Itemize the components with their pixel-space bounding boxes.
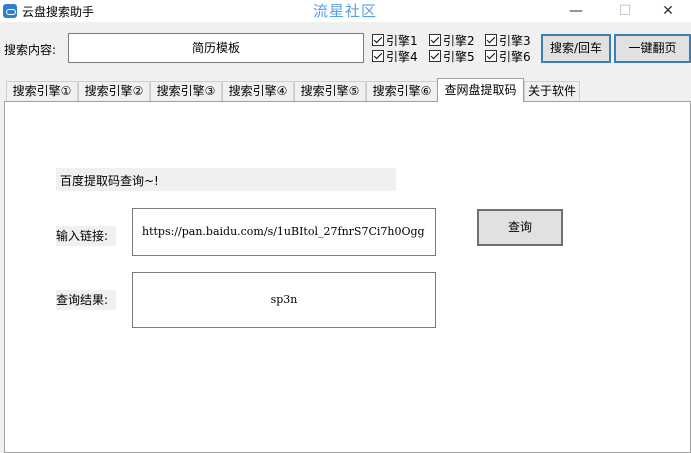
query-button[interactable]: 查询 bbox=[477, 209, 563, 246]
engine-3-label: 引擎3 bbox=[499, 34, 531, 48]
close-button[interactable]: ✕ bbox=[645, 0, 691, 22]
search-input[interactable]: 简历模板 bbox=[68, 33, 364, 63]
page-turn-button[interactable]: 一键翻页 bbox=[614, 34, 691, 63]
engine-1-checkbox[interactable] bbox=[372, 34, 384, 46]
minimize-button[interactable]: — bbox=[553, 0, 599, 22]
engine-6-checkbox[interactable] bbox=[485, 50, 497, 62]
tab-engine-3[interactable]: 搜索引擎③ bbox=[150, 81, 222, 101]
engine-3-checkbox[interactable] bbox=[485, 34, 497, 46]
link-input[interactable]: https://pan.baidu.com/s/1uBItol_27fnrS7C… bbox=[132, 208, 436, 256]
window-title: 云盘搜索助手 bbox=[22, 5, 95, 19]
maximize-button[interactable]: ☐ bbox=[602, 0, 648, 22]
engine-5-label: 引擎5 bbox=[443, 50, 475, 64]
engine-5-checkbox[interactable] bbox=[429, 50, 441, 62]
engine-4-label: 引擎4 bbox=[386, 50, 418, 64]
engine-2-checkbox[interactable] bbox=[429, 34, 441, 46]
engine-2-label: 引擎2 bbox=[443, 34, 475, 48]
heading-bar: 百度提取码查询~! bbox=[56, 168, 396, 191]
tab-engine-5[interactable]: 搜索引擎⑤ bbox=[294, 81, 366, 101]
search-button[interactable]: 搜索/回车 bbox=[541, 34, 611, 63]
tab-extract-code[interactable]: 查网盘提取码 bbox=[437, 78, 524, 102]
engine-6-label: 引擎6 bbox=[499, 50, 531, 64]
tab-engine-2[interactable]: 搜索引擎② bbox=[78, 81, 150, 101]
result-output: sp3n bbox=[132, 272, 436, 328]
panel-heading: 百度提取码查询~! bbox=[60, 174, 159, 188]
engine-1-label: 引擎1 bbox=[386, 34, 418, 48]
cloud-app-icon bbox=[3, 4, 17, 18]
tab-engine-6[interactable]: 搜索引擎⑥ bbox=[366, 81, 438, 101]
link-label: 输入链接: bbox=[56, 226, 116, 246]
engine-4-checkbox[interactable] bbox=[372, 50, 384, 62]
result-label: 查询结果: bbox=[56, 290, 116, 310]
watermark-text: 流星社区 bbox=[313, 2, 378, 20]
tab-engine-4[interactable]: 搜索引擎④ bbox=[222, 81, 294, 101]
tab-engine-1[interactable]: 搜索引擎① bbox=[6, 81, 78, 101]
search-label: 搜索内容: bbox=[4, 43, 57, 57]
tab-about[interactable]: 关于软件 bbox=[524, 81, 580, 101]
